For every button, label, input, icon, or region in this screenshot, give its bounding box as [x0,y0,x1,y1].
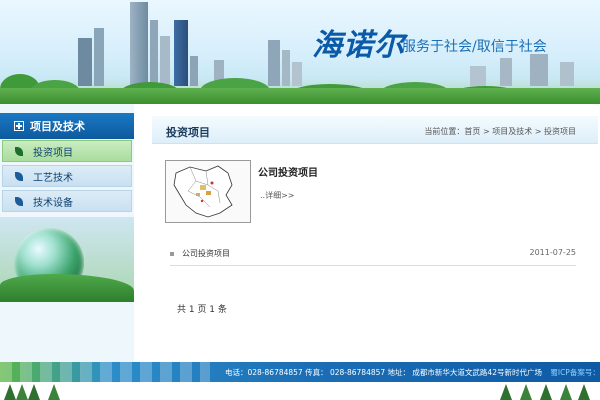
skyline-building [282,50,290,86]
leaf-icon [15,146,23,156]
pine-tree [578,384,590,400]
footer-icp-link[interactable]: 蜀ICP备案号：******** [550,368,600,377]
section-header: 投资项目 当前位置：首页 > 项目及技术 > 投资项目 [152,116,598,144]
skyline-building [470,66,486,86]
map-thumbnail [166,161,250,222]
pine-tree [48,384,60,400]
project-title[interactable]: 公司投资项目 [258,164,318,179]
pine-tree [16,384,28,400]
page: 海诺尔 服务于社会/取信于社会 项目及技术 投资项目 工艺技术 技术设备 投资项… [0,0,600,400]
pine-tree [500,384,512,400]
pagination-info: 共 1 页 1 条 [177,305,227,315]
project-thumbnail[interactable] [165,160,251,223]
sidebar-item-process-tech[interactable]: 工艺技术 [2,165,132,187]
pine-tree [540,384,552,400]
pine-tree [520,384,532,400]
pine-tree [4,384,16,400]
skyline-building [292,62,302,86]
list-item-title[interactable]: 公司投资项目 [182,248,230,259]
footer: 电话：028-86784857 传真： 028-86784857 地址： 成都市… [0,362,600,400]
main-content: 投资项目 当前位置：首页 > 项目及技术 > 投资项目 公司投资项目 ..详细>… [150,112,600,360]
skyline-building [150,20,158,86]
skyline-building [78,38,92,86]
leaf-bed [0,274,134,302]
sidebar-item-label: 工艺技术 [33,172,73,184]
globe-image [0,217,134,302]
skyline-building [174,20,188,86]
list-item-date: 2011-07-25 [529,248,577,257]
sidebar: 项目及技术 投资项目 工艺技术 技术设备 [0,104,134,362]
footer-stripes [0,362,210,382]
sidebar-heading: 项目及技术 [0,113,134,139]
footer-contact-text: 电话：028-86784857 传真： 028-86784857 地址： 成都市… [225,368,542,377]
project-more-link[interactable]: ..详细>> [260,190,295,201]
sidebar-item-investment[interactable]: 投资项目 [2,140,132,162]
leaf-icon [15,171,23,181]
skyline-building [94,28,104,86]
divider [170,265,576,266]
sidebar-item-label: 投资项目 [33,147,73,159]
sidebar-heading-label: 项目及技术 [30,120,85,133]
skyline-building [560,62,574,86]
pine-tree [560,384,572,400]
square-bullet-icon [170,252,174,256]
skyline-building [130,2,148,86]
footer-tree-row [0,382,600,400]
plus-box-icon [14,121,24,131]
site-logo[interactable]: 海诺尔 [312,20,405,64]
list-item[interactable]: 公司投资项目 2011-07-25 [170,246,576,262]
sidebar-item-label: 技术设备 [33,197,73,209]
leaf-icon [15,196,23,206]
skyline-building [268,40,280,86]
breadcrumb[interactable]: 当前位置：首页 > 项目及技术 > 投资项目 [424,126,576,137]
footer-contact: 电话：028-86784857 传真： 028-86784857 地址： 成都市… [225,367,600,378]
section-title: 投资项目 [166,126,210,139]
skyline-building [160,36,170,86]
skyline-building [530,54,548,86]
skyline-building [190,56,198,86]
site-slogan: 服务于社会/取信于社会 [402,39,547,55]
grass-strip [0,88,600,104]
header-banner: 海诺尔 服务于社会/取信于社会 [0,0,600,104]
skyline-building [500,58,512,86]
sidebar-item-equipment[interactable]: 技术设备 [2,190,132,212]
pine-tree [28,384,40,400]
